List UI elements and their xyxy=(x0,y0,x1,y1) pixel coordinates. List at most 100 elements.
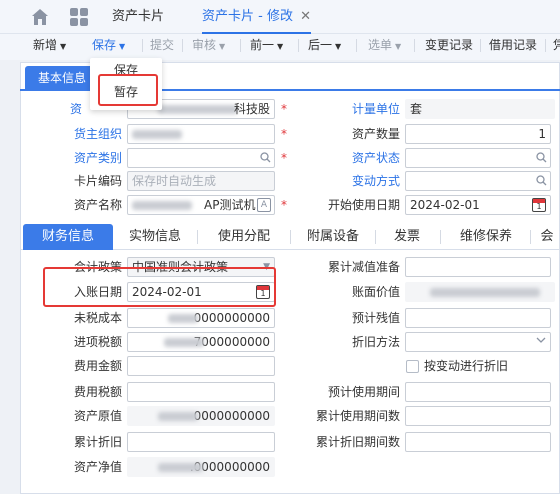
tab-attached-equipment[interactable]: 附属设备 xyxy=(298,224,368,250)
accum-dep-label: 累计折旧 xyxy=(73,435,122,449)
start-date-value: 2024-02-01 xyxy=(410,198,480,212)
residual-field[interactable] xyxy=(405,308,551,328)
card-no-label: 卡片编码 xyxy=(74,174,123,188)
used-period-label: 累计使用期间数 xyxy=(315,409,400,423)
toolbar-divider xyxy=(356,39,357,52)
pretax-cost-field[interactable]: 0000000000 xyxy=(127,308,275,328)
redacted-text xyxy=(158,463,203,472)
chevron-down-icon: ▼ xyxy=(335,42,342,51)
select-bill-button[interactable]: 选单 ▼ xyxy=(368,34,401,60)
toolbar-divider xyxy=(182,39,183,52)
original-value-label: 资产原值 xyxy=(73,409,122,423)
add-button[interactable]: 新增 ▼ xyxy=(33,34,66,60)
tab-invoice[interactable]: 发票 xyxy=(382,224,432,250)
qty-label: 资产数量 xyxy=(351,127,400,141)
search-icon[interactable] xyxy=(260,151,271,167)
card-no-field[interactable]: 保存时自动生成 xyxy=(127,171,275,191)
book-value-label: 账面价值 xyxy=(351,285,400,299)
net-value-field: .0000000000 xyxy=(127,457,275,477)
accum-dep-field[interactable] xyxy=(127,432,275,452)
toolbar-divider xyxy=(240,39,241,52)
dep-method-select[interactable] xyxy=(405,332,551,352)
asset-org-value: 科技股 xyxy=(233,102,270,116)
chevron-down-glyph xyxy=(536,337,546,343)
toolbar-divider xyxy=(545,39,546,52)
home-icon[interactable] xyxy=(30,7,50,27)
dep-period-field[interactable] xyxy=(405,432,551,452)
calendar-icon[interactable] xyxy=(532,198,546,212)
tab-asset-card-edit[interactable]: 资产卡片 - 修改 ✕ xyxy=(202,0,311,34)
original-value-value: 0000000000 xyxy=(193,409,270,423)
tab-more[interactable]: 会 xyxy=(537,224,557,250)
asset-name-field[interactable]: AP测试机 A xyxy=(127,195,275,215)
search-icon[interactable] xyxy=(536,151,547,167)
submit-button[interactable]: 提交 xyxy=(150,34,174,60)
dep-period-label: 累计折旧期间数 xyxy=(315,435,400,449)
tab-physical-info[interactable]: 实物信息 xyxy=(120,224,190,250)
tab-asset-card-edit-label: 资产卡片 - 修改 xyxy=(202,9,293,24)
asset-category-label: 资产类别 xyxy=(74,151,123,165)
previous-button[interactable]: 前一 ▼ xyxy=(250,34,283,60)
tab-usage-allocation[interactable]: 使用分配 xyxy=(205,224,283,250)
borrow-record-button[interactable]: 借用记录 xyxy=(489,34,537,60)
toolbar-divider xyxy=(480,39,481,52)
save-button[interactable]: 保存 ▼ xyxy=(92,34,125,60)
asset-status-label: 资产状态 xyxy=(351,151,400,165)
tab-maintenance[interactable]: 维修保养 xyxy=(448,224,524,250)
owner-org-label: 货主组织 xyxy=(74,127,123,141)
chevron-down-icon: ▼ xyxy=(60,42,67,51)
tab-asset-card[interactable]: 资产卡片 xyxy=(112,0,164,34)
use-period-field[interactable] xyxy=(405,382,551,402)
search-icon-glyph xyxy=(260,152,271,163)
expense-tax-field[interactable] xyxy=(127,382,275,402)
close-icon[interactable]: ✕ xyxy=(300,0,311,34)
change-mode-label: 变动方式 xyxy=(351,174,400,188)
change-mode-field[interactable] xyxy=(405,171,551,191)
detail-tabs: 财务信息 实物信息 使用分配 附属设备 发票 维修保养 会 xyxy=(20,224,560,250)
owner-org-field[interactable] xyxy=(127,124,275,144)
apps-grid-icon[interactable] xyxy=(70,8,88,26)
top-tab-bar: 资产卡片 资产卡片 - 修改 ✕ xyxy=(0,0,560,34)
redacted-text xyxy=(158,105,238,114)
dep-by-change-checkbox[interactable] xyxy=(406,360,419,373)
start-date-field[interactable]: 2024-02-01 xyxy=(405,195,551,215)
toolbar-divider xyxy=(414,39,415,52)
required-marker: * xyxy=(281,198,287,212)
qty-field[interactable]: 1 xyxy=(405,124,551,144)
input-tax-field[interactable]: 7000000000 xyxy=(127,332,275,352)
toolbar: 新增 ▼ 保存 ▼ 提交 审核 ▼ 前一 ▼ 后一 ▼ 选单 ▼ 变更记录 借用记录 凭 xyxy=(0,34,560,60)
search-icon-glyph xyxy=(536,152,547,163)
dep-method-label: 折旧方法 xyxy=(351,335,400,349)
input-tax-label: 进项税额 xyxy=(73,335,122,349)
asset-name-value: AP测试机 xyxy=(204,198,256,212)
accum-impairment-field[interactable] xyxy=(405,257,551,277)
change-record-button[interactable]: 变更记录 xyxy=(425,34,473,60)
pretax-cost-value: 0000000000 xyxy=(193,311,270,325)
search-icon[interactable] xyxy=(536,174,547,190)
tab-divider xyxy=(197,230,198,244)
tab-divider xyxy=(440,230,441,244)
next-button[interactable]: 后一 ▼ xyxy=(308,34,341,60)
redacted-text xyxy=(164,338,204,347)
select-bill-label: 选单 xyxy=(368,38,393,52)
previous-label: 前一 xyxy=(250,38,275,52)
multilang-icon[interactable]: A xyxy=(257,198,271,212)
save-label: 保存 xyxy=(92,38,117,52)
search-icon-glyph xyxy=(536,175,547,186)
expense-amount-field[interactable] xyxy=(127,356,275,376)
used-period-field[interactable] xyxy=(405,406,551,426)
redacted-text xyxy=(132,130,182,139)
asset-category-field[interactable] xyxy=(127,148,275,168)
qty-value: 1 xyxy=(538,127,546,141)
asset-status-field[interactable] xyxy=(405,148,551,168)
audit-button[interactable]: 审核 ▼ xyxy=(192,34,225,60)
tab-divider xyxy=(290,230,291,244)
voucher-button[interactable]: 凭 xyxy=(553,34,560,60)
asset-org-label: 资 xyxy=(70,102,83,116)
accum-impairment-label: 累计减值准备 xyxy=(327,260,400,274)
tab-divider xyxy=(375,230,376,244)
highlight-box xyxy=(43,267,276,307)
tab-finance-info[interactable]: 财务信息 xyxy=(23,224,113,250)
chevron-down-icon: ▼ xyxy=(119,42,126,51)
use-period-label: 预计使用期间 xyxy=(327,385,400,399)
